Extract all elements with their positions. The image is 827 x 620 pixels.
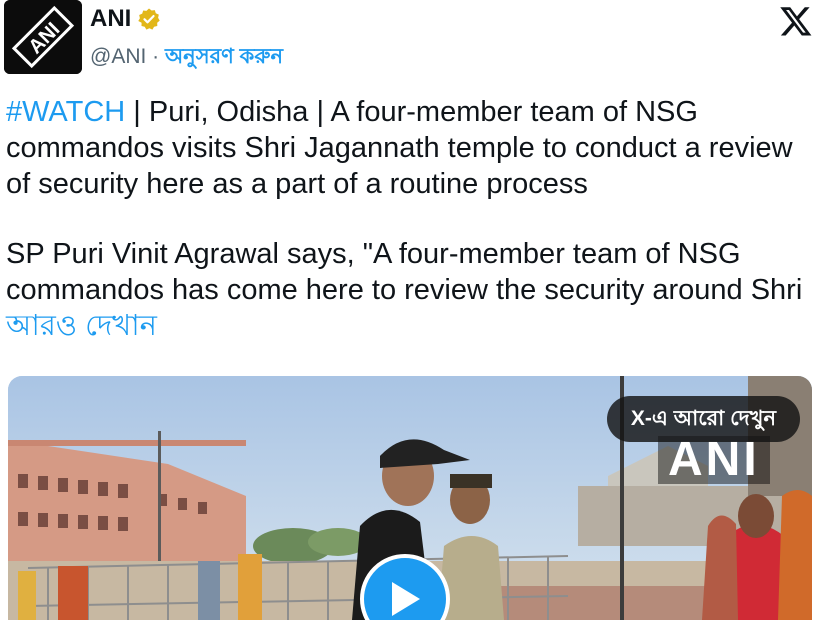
name-row: ANI bbox=[90, 4, 161, 34]
author-handle[interactable]: @ANI bbox=[90, 45, 146, 68]
ani-logo-icon: ANI bbox=[4, 0, 82, 74]
tweet-header: ANI ANI @ANI · অনুসরণ করুন bbox=[0, 0, 827, 90]
hashtag-watch[interactable]: #WATCH bbox=[6, 96, 125, 128]
view-on-x-button[interactable]: X-এ আরো দেখুন bbox=[606, 396, 800, 442]
ani-watermark: ANI bbox=[658, 436, 770, 484]
verified-badge-icon bbox=[138, 8, 161, 30]
show-more-link[interactable]: আরও দেখান bbox=[6, 310, 157, 342]
tweet-body-2: SP Puri Vinit Agrawal says, "A four-memb… bbox=[6, 238, 803, 306]
follow-button[interactable]: অনুসরণ করুন bbox=[165, 45, 283, 68]
play-icon bbox=[392, 582, 420, 616]
author-name[interactable]: ANI bbox=[90, 5, 131, 33]
handle-row: @ANI · অনুসরণ করুন bbox=[90, 40, 283, 75]
author-avatar[interactable]: ANI bbox=[4, 0, 82, 74]
video-player[interactable]: ANI X-এ আরো দেখুন bbox=[8, 376, 812, 620]
tweet-text: #WATCH | Puri, Odisha | A four-member te… bbox=[6, 94, 818, 344]
separator: · bbox=[146, 45, 165, 68]
tweet-paragraph-1: #WATCH | Puri, Odisha | A four-member te… bbox=[6, 94, 818, 202]
x-logo-icon[interactable] bbox=[779, 4, 813, 38]
tweet-paragraph-2: SP Puri Vinit Agrawal says, "A four-memb… bbox=[6, 236, 818, 344]
